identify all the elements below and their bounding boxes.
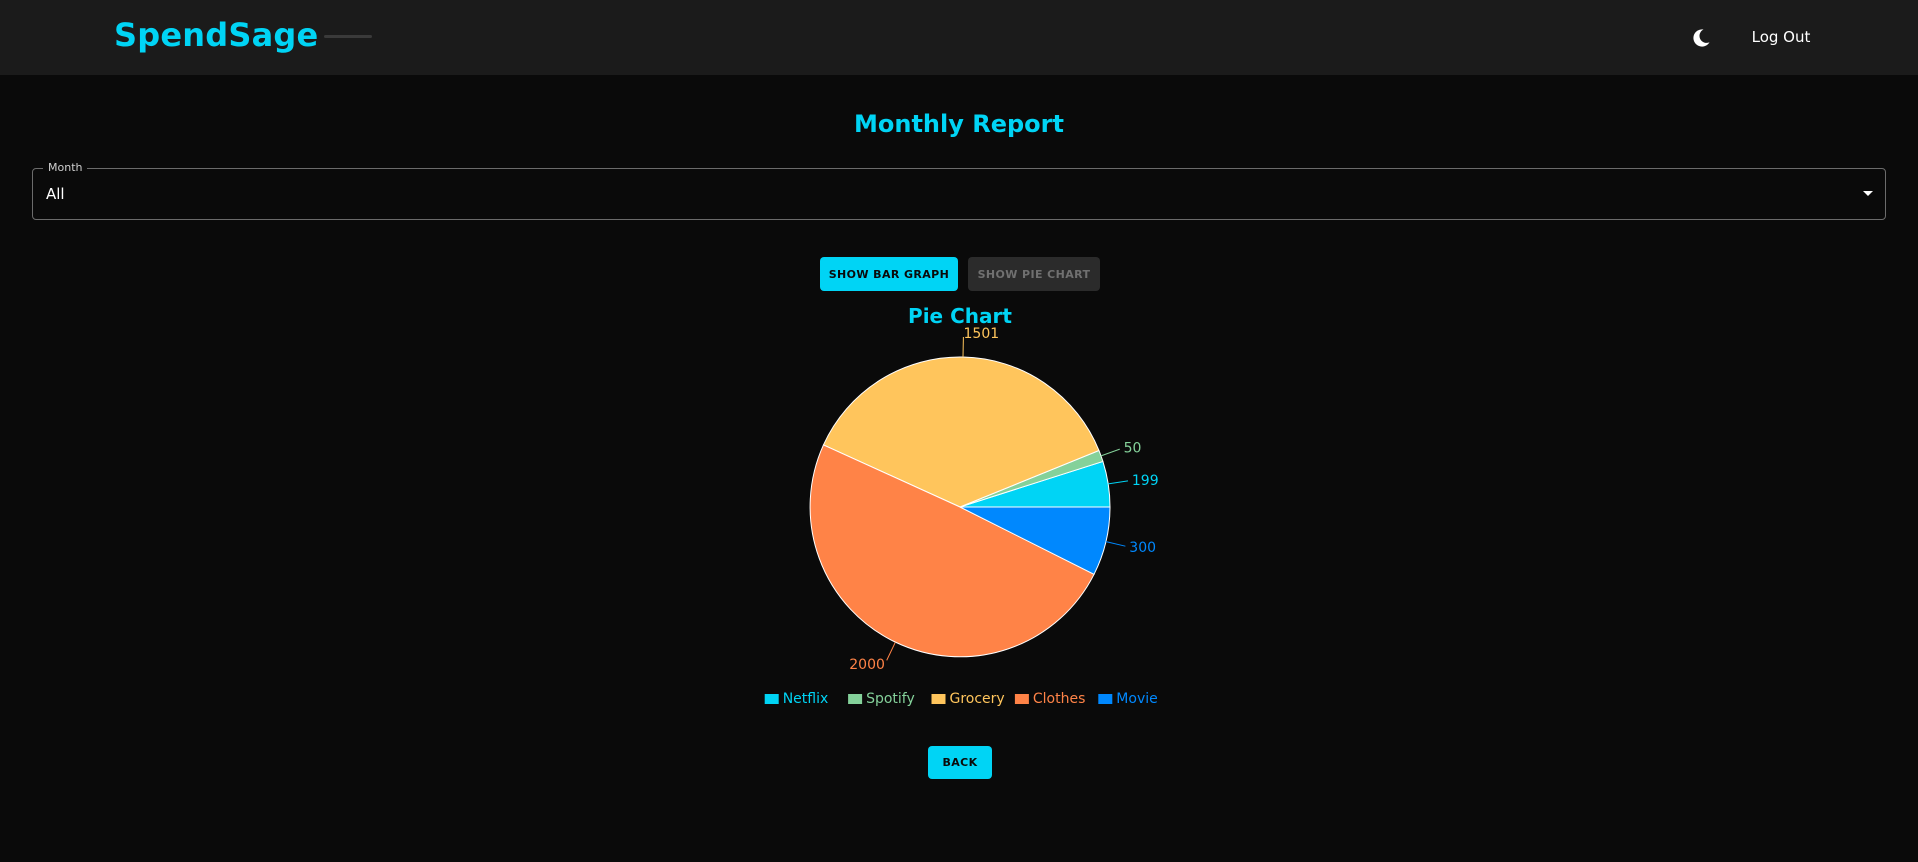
logout-button[interactable]: Log Out (1740, 26, 1822, 48)
app-header: SpendSage Log Out (0, 0, 1918, 75)
legend-swatch-spotify[interactable] (848, 694, 863, 704)
legend-swatch-netflix[interactable] (764, 694, 779, 704)
data-label-line-clothes (886, 642, 896, 661)
data-label-spotify: 50 (1124, 441, 1142, 457)
legend-label-clothes[interactable]: Clothes (1033, 691, 1086, 707)
chevron-down-icon (1863, 191, 1873, 196)
legend-label-grocery[interactable]: Grocery (950, 691, 1005, 707)
legend-label-netflix[interactable]: Netflix (783, 691, 829, 707)
data-label-line-movie (1105, 541, 1126, 547)
legend-swatch-clothes[interactable] (1014, 694, 1029, 704)
brand-logo[interactable]: SpendSage (114, 16, 318, 54)
data-label-grocery: 1501 (964, 326, 1000, 342)
data-label-line-spotify (1100, 448, 1120, 457)
data-label-movie: 300 (1129, 540, 1156, 556)
legend-label-movie[interactable]: Movie (1116, 691, 1157, 707)
back-button[interactable]: BACK (928, 746, 992, 779)
data-label-line-netflix (1108, 480, 1129, 485)
chart-legend: Netflix Spotify Grocery Clothes Movie (764, 691, 1158, 707)
data-label-clothes: 2000 (849, 657, 885, 673)
chart-title: Pie Chart (908, 304, 1012, 328)
legend-label-spotify[interactable]: Spotify (866, 691, 915, 707)
month-select-label: Month (43, 161, 88, 174)
legend-swatch-movie[interactable] (1098, 694, 1113, 704)
header-divider (324, 35, 372, 38)
month-select-value: All (46, 185, 65, 203)
legend-swatch-grocery[interactable] (931, 694, 946, 704)
data-label-netflix: 199 (1132, 473, 1159, 489)
show-pie-chart-button[interactable]: SHOW PIE CHART (968, 257, 1100, 291)
pie-chart: Pie Chart 199 50 1501 2000 300 Netflix Spotify G… (764, 304, 1159, 707)
moon-icon[interactable] (1688, 25, 1714, 51)
show-bar-graph-button[interactable]: SHOW BAR GRAPH (820, 257, 958, 291)
page-title: Monthly Report (854, 110, 1064, 138)
month-select[interactable]: Month All (32, 161, 1886, 220)
